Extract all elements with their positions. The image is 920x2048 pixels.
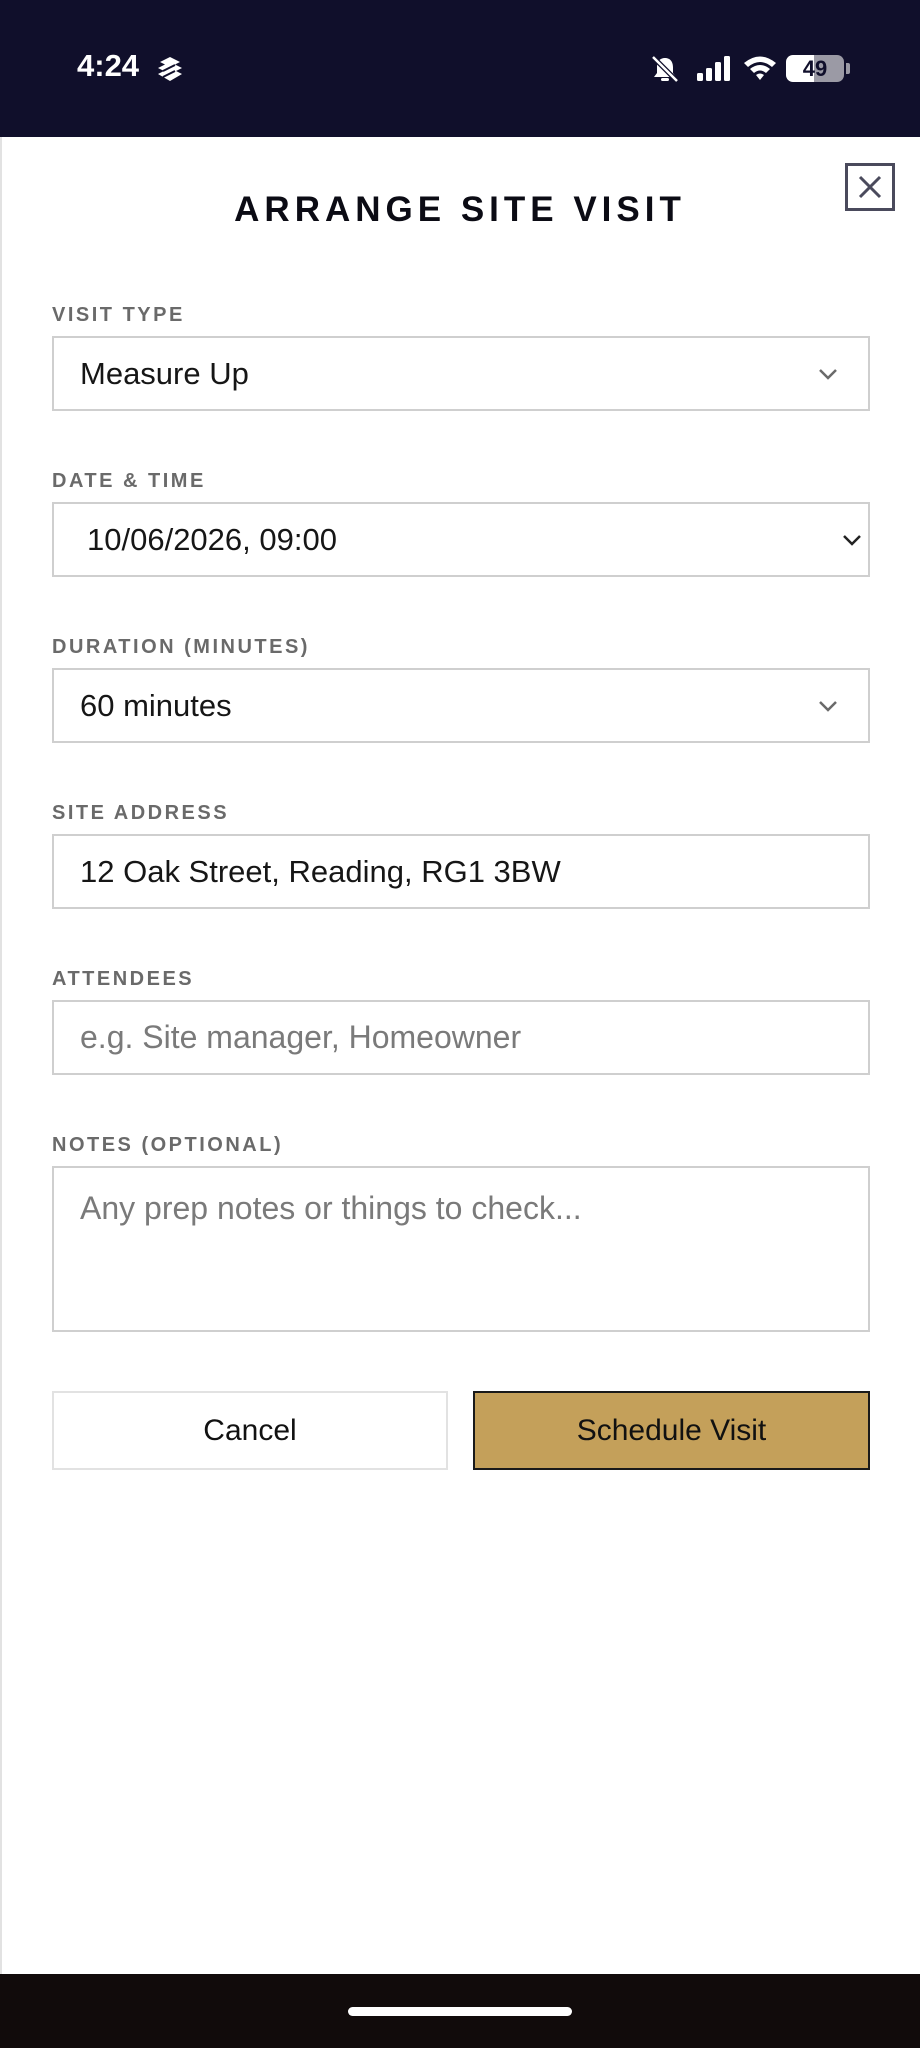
battery-nub (846, 63, 850, 74)
date-time-field[interactable]: 10/06/2026, 09:00 (52, 502, 870, 577)
home-bar (0, 1974, 920, 2048)
chevron-down-icon (843, 535, 861, 546)
date-time-value: 10/06/2026, 09:00 (87, 522, 337, 557)
duration-select[interactable]: 60 minutes (52, 668, 870, 743)
notes-label: NOTES (OPTIONAL) (52, 1134, 284, 1156)
notes-textarea[interactable]: Any prep notes or things to check... (52, 1166, 870, 1332)
site-address-value: 12 Oak Street, Reading, RG1 3BW (80, 854, 561, 889)
visit-type-label: VISIT TYPE (52, 304, 185, 326)
battery-level-text: 49 (802, 56, 828, 81)
site-address-input[interactable]: 12 Oak Street, Reading, RG1 3BW (52, 834, 870, 909)
schedule-visit-button[interactable]: Schedule Visit (473, 1391, 870, 1470)
wifi-icon (744, 56, 776, 80)
battery-icon: 49 (786, 55, 844, 82)
mute-bell-icon (651, 55, 679, 83)
home-indicator[interactable] (348, 2007, 572, 2016)
duration-label: DURATION (MINUTES) (52, 636, 310, 658)
cancel-button[interactable]: Cancel (52, 1391, 448, 1470)
status-bar: 4:24 49 (0, 0, 920, 137)
chevron-down-icon (819, 369, 837, 380)
cellular-signal-icon (697, 56, 730, 81)
dialog-title: ARRANGE SITE VISIT (234, 190, 686, 229)
visit-type-value: Measure Up (80, 356, 249, 391)
layers-app-icon (158, 57, 182, 81)
notes-placeholder: Any prep notes or things to check... (80, 1190, 582, 1226)
date-time-label: DATE & TIME (52, 470, 206, 492)
attendees-label: ATTENDEES (52, 968, 195, 990)
duration-value: 60 minutes (80, 688, 232, 723)
site-address-label: SITE ADDRESS (52, 802, 230, 824)
chevron-down-icon (819, 701, 837, 712)
visit-type-select[interactable]: Measure Up (52, 336, 870, 411)
attendees-placeholder: e.g. Site manager, Homeowner (80, 1019, 522, 1055)
status-time: 4:24 (77, 48, 140, 83)
attendees-input[interactable]: e.g. Site manager, Homeowner (52, 1000, 870, 1075)
